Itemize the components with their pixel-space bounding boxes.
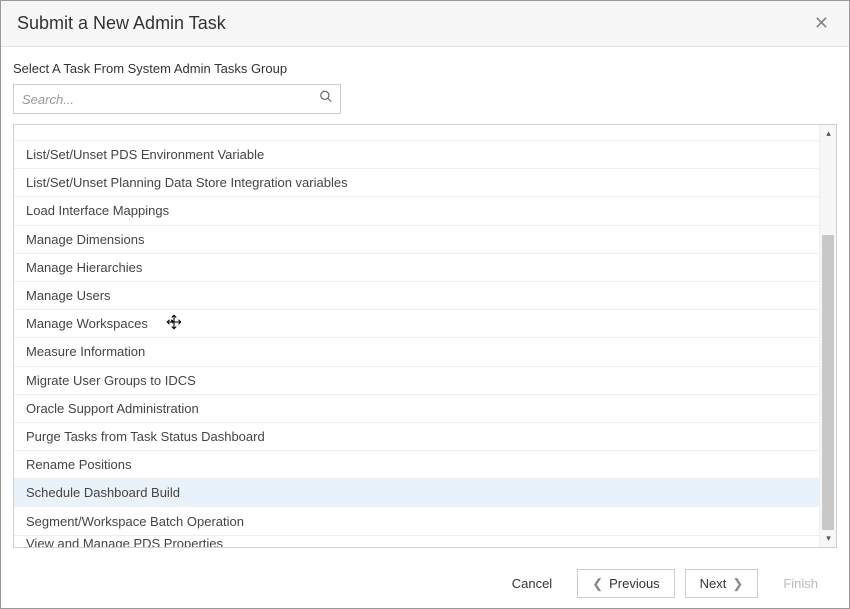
- dialog-title: Submit a New Admin Task: [17, 13, 226, 34]
- list-item[interactable]: Purge Tasks from Task Status Dashboard: [14, 423, 836, 451]
- scrollbar-thumb[interactable]: [822, 235, 834, 530]
- chevron-right-icon: ❯: [732, 577, 743, 590]
- next-label: Next: [700, 576, 727, 591]
- chevron-up-icon: ▴: [826, 128, 831, 139]
- list-item[interactable]: Load Interface Mappings: [14, 197, 836, 225]
- finish-button[interactable]: Finish: [768, 569, 833, 598]
- list-item[interactable]: View and Manage PDS Properties: [14, 536, 836, 547]
- list-item[interactable]: Manage Users: [14, 282, 836, 310]
- chevron-left-icon: ❮: [592, 577, 603, 590]
- scrollbar-track[interactable]: ▴ ▾: [819, 125, 836, 547]
- search-input[interactable]: [13, 84, 341, 114]
- list-item[interactable]: [14, 125, 836, 141]
- list-item[interactable]: Segment/Workspace Batch Operation: [14, 507, 836, 535]
- list-item[interactable]: List/Set/Unset PDS Environment Variable: [14, 141, 836, 169]
- list-item[interactable]: Schedule Dashboard Build: [14, 479, 836, 507]
- close-button[interactable]: ✕: [810, 13, 833, 34]
- finish-label: Finish: [783, 576, 818, 591]
- dialog-footer: Cancel ❮ Previous Next ❯ Finish: [1, 559, 849, 608]
- scroll-down-button[interactable]: ▾: [820, 530, 837, 547]
- list-item[interactable]: Measure Information: [14, 338, 836, 366]
- list-item[interactable]: Oracle Support Administration: [14, 395, 836, 423]
- task-list: List/Set/Unset PDS Environment Variable …: [14, 125, 836, 547]
- list-item[interactable]: Rename Positions: [14, 451, 836, 479]
- cancel-label: Cancel: [512, 576, 552, 591]
- next-button[interactable]: Next ❯: [685, 569, 759, 598]
- chevron-down-icon: ▾: [826, 533, 831, 544]
- list-item[interactable]: Migrate User Groups to IDCS: [14, 367, 836, 395]
- previous-label: Previous: [609, 576, 660, 591]
- list-item[interactable]: Manage Hierarchies: [14, 254, 836, 282]
- task-list-container: List/Set/Unset PDS Environment Variable …: [13, 124, 837, 548]
- list-item[interactable]: List/Set/Unset Planning Data Store Integ…: [14, 169, 836, 197]
- dialog-header: Submit a New Admin Task ✕: [1, 1, 849, 47]
- previous-button[interactable]: ❮ Previous: [577, 569, 674, 598]
- dialog-body: Select A Task From System Admin Tasks Gr…: [1, 47, 849, 548]
- scroll-up-button[interactable]: ▴: [820, 125, 837, 142]
- list-item[interactable]: Manage Workspaces: [14, 310, 836, 338]
- list-item[interactable]: Manage Dimensions: [14, 226, 836, 254]
- cancel-button[interactable]: Cancel: [497, 569, 567, 598]
- search-wrapper: [13, 84, 341, 114]
- close-icon: ✕: [814, 13, 829, 33]
- subtitle-label: Select A Task From System Admin Tasks Gr…: [13, 61, 837, 76]
